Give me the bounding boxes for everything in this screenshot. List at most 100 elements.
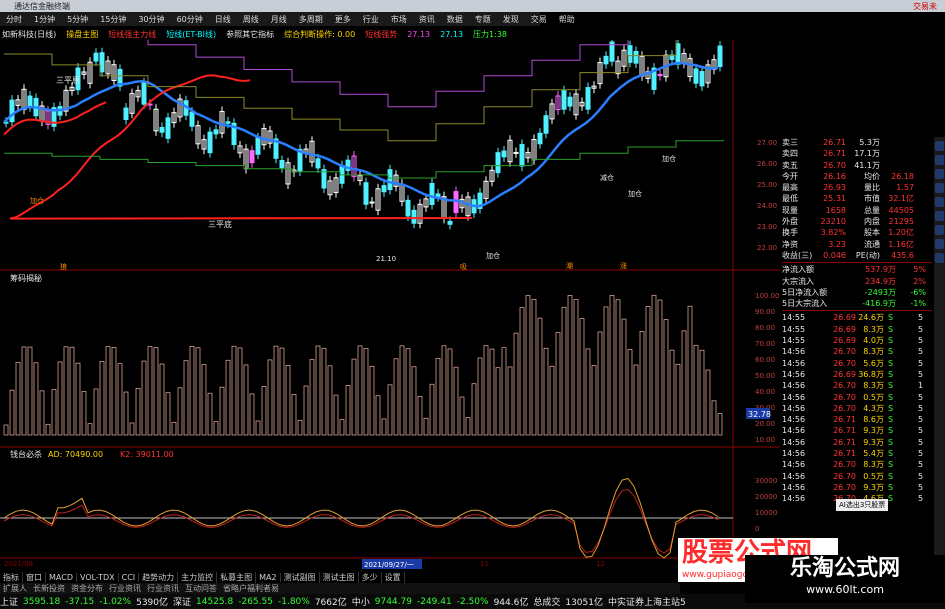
quote-row: 收益(三) 0.046 PE(动) 435.6 — [782, 250, 932, 261]
status-item: 中小 — [351, 598, 370, 608]
quote-value: 3.82% — [820, 228, 846, 238]
tool-icon-3[interactable] — [935, 169, 944, 179]
chip-bar — [237, 347, 243, 436]
candle-body — [123, 107, 129, 121]
menu-item-5[interactable]: 60分钟 — [171, 14, 209, 25]
tick-row: 14:56 26.70 8.3万 S 1 — [782, 380, 932, 391]
tick-time: 14:55 — [782, 336, 806, 346]
tab-info-0[interactable]: 扩展人 — [0, 583, 30, 594]
menu-item-6[interactable]: 日线 — [209, 14, 237, 25]
menu-item-18[interactable]: 帮助 — [553, 14, 581, 25]
tab-info-5[interactable]: 互动问答 — [182, 583, 220, 594]
trade-status[interactable]: 交易未 — [913, 1, 937, 12]
tick-volume: 9.3万 — [863, 437, 884, 447]
tab-indicator-2[interactable]: MACD — [46, 572, 77, 582]
menu-item-9[interactable]: 多周期 — [293, 14, 329, 25]
side-toolbar[interactable] — [934, 137, 945, 557]
tab-indicator-4[interactable]: CCI — [119, 572, 140, 582]
tick-row: 14:56 26.71 9.3万 S 5 — [782, 425, 932, 436]
menu-item-8[interactable]: 月线 — [265, 14, 293, 25]
tick-count: 5 — [918, 494, 924, 504]
chip-bar — [219, 386, 225, 436]
tab-indicator-8[interactable]: MA2 — [256, 572, 281, 582]
tool-icon-2[interactable] — [935, 155, 944, 165]
tick-side: S — [888, 415, 894, 425]
menu-item-0[interactable]: 分时 — [0, 14, 28, 25]
menu-item-14[interactable]: 数据 — [441, 14, 469, 25]
status-item: -1.80% — [277, 596, 310, 607]
menu-item-3[interactable]: 15分钟 — [94, 14, 132, 25]
chip-bar — [3, 424, 9, 436]
flow-pct: -6% — [910, 287, 926, 297]
menu-item-12[interactable]: 市场 — [385, 14, 413, 25]
menu-item-10[interactable]: 更多 — [329, 14, 357, 25]
tick-count: 5 — [918, 347, 924, 357]
menu-item-17[interactable]: 交易 — [525, 14, 553, 25]
chip-bar — [87, 423, 93, 436]
menu-item-4[interactable]: 30分钟 — [132, 14, 170, 25]
tab-indicator-5[interactable]: 趋势动力 — [139, 571, 179, 583]
quote-value: 26.71 — [823, 138, 846, 147]
ai-tip[interactable]: AI选出3只股票 — [836, 499, 889, 511]
tab-info-4[interactable]: 行业资讯 — [144, 583, 182, 594]
tab-info-1[interactable]: 长新投资 — [30, 583, 68, 594]
indicator-pressure: 压力1:38 — [473, 29, 507, 39]
flow-row: 5日净流入额 -2493万 -6% — [782, 287, 932, 298]
tick-side: S — [888, 358, 894, 368]
chip-bar — [213, 421, 219, 436]
candle-body — [387, 169, 393, 191]
y-tick-sub1: 100.00 — [755, 292, 780, 300]
flow-value: 234.9万 — [865, 276, 896, 286]
tick-side: S — [888, 403, 894, 413]
chip-bar — [639, 331, 645, 436]
tab-indicator-0[interactable]: 指标 — [0, 571, 23, 583]
chip-bar — [495, 367, 501, 436]
tab-indicator-11[interactable]: 多少 — [359, 571, 382, 583]
tab-indicator-9[interactable]: 测试副图 — [281, 571, 320, 583]
chip-bar — [183, 360, 189, 436]
quote-label: 今开 — [782, 171, 798, 181]
tool-icon-7[interactable] — [935, 225, 944, 235]
tick-volume: 8.6万 — [863, 415, 884, 425]
quote-label2: 股本 — [864, 228, 880, 238]
status-item: 13051亿 — [565, 598, 603, 608]
tab-info-3[interactable]: 行业资讯 — [106, 583, 144, 594]
menu-item-16[interactable]: 发现 — [497, 14, 525, 25]
y-tick-sub1: 50.00 — [755, 372, 775, 380]
label-add1: 加仓 — [30, 196, 44, 205]
tool-icon-8[interactable] — [935, 239, 944, 249]
tab-indicator-1[interactable]: 窗口 — [23, 571, 46, 583]
menu-item-1[interactable]: 1分钟 — [28, 14, 61, 25]
tab-indicator-6[interactable]: 主力监控 — [178, 571, 218, 583]
tab-info-2[interactable]: 资金分布 — [68, 583, 106, 594]
menu-item-2[interactable]: 5分钟 — [61, 14, 94, 25]
tick-side: S — [888, 460, 894, 470]
chip-bar — [651, 294, 657, 436]
tab-indicator-3[interactable]: VOL-TDX — [77, 572, 119, 582]
tool-icon-6[interactable] — [935, 211, 944, 221]
menu-item-13[interactable]: 资讯 — [413, 14, 441, 25]
quote-value: 3.23 — [828, 239, 846, 249]
tool-icon-1[interactable] — [935, 141, 944, 151]
tab-indicator-10[interactable]: 测试主图 — [320, 571, 359, 583]
status-item: 3595.18 — [23, 596, 61, 607]
candle-body — [585, 87, 591, 110]
candle-body — [279, 159, 285, 169]
menu-item-15[interactable]: 专题 — [469, 14, 497, 25]
tab-indicator-7[interactable]: 私募主图 — [217, 571, 257, 583]
quote-label2: 内盘 — [864, 217, 880, 227]
tab-indicator-12[interactable]: 设置 — [382, 571, 405, 583]
menu-item-7[interactable]: 周线 — [237, 14, 265, 25]
menu-item-11[interactable]: 行业 — [357, 14, 385, 25]
tab-info-6[interactable]: 省略户福利者易 — [220, 583, 282, 594]
chart-area[interactable]: 27.00 26.00 25.00 24.00 23.00 22.00 100.00 90.0… — [0, 40, 780, 570]
sub-chart-ad — [0, 477, 733, 559]
chip-bar — [507, 366, 513, 436]
tool-icon-9[interactable] — [935, 253, 944, 263]
y-tick-sub1: 70.00 — [755, 340, 775, 348]
tool-icon-4[interactable] — [935, 183, 944, 193]
tick-time: 14:56 — [782, 369, 806, 379]
indicator-main[interactable]: 操盘主图 — [66, 29, 98, 40]
tool-icon-5[interactable] — [935, 197, 944, 207]
tick-price: 26.70 — [833, 381, 856, 391]
